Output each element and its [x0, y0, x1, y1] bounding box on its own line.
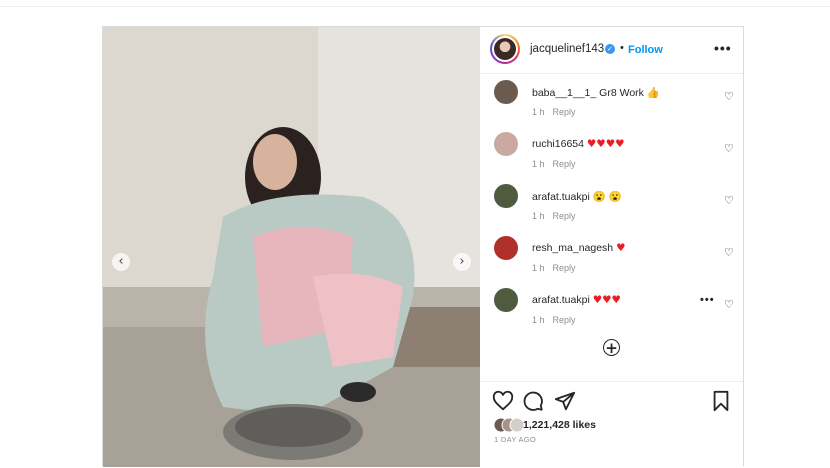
commenter-avatar[interactable]	[494, 236, 518, 260]
reply-button[interactable]: Reply	[553, 107, 576, 117]
like-comment-heart-icon[interactable]: ♡	[724, 142, 734, 155]
share-send-icon[interactable]	[554, 390, 576, 412]
commenter-username[interactable]: baba__1__1_	[532, 87, 596, 99]
comment-bubble-icon[interactable]	[522, 390, 544, 412]
comment-text: Gr8 Work 👍	[599, 87, 660, 99]
like-comment-heart-icon[interactable]: ♡	[724, 194, 734, 207]
comment-time: 1 h	[532, 263, 545, 273]
commenter-username[interactable]: arafat.tuakpi	[532, 294, 590, 306]
liked-by-avatars[interactable]	[494, 417, 526, 433]
reply-button[interactable]: Reply	[553, 263, 576, 273]
top-nav-bar	[0, 0, 830, 7]
red-heart-emoji-icon: ♥♥♥♥	[586, 138, 625, 150]
commenter-avatar[interactable]	[494, 132, 518, 156]
comment-time: 1 h	[532, 315, 545, 325]
like-comment-heart-icon[interactable]: ♡	[724, 246, 734, 259]
verified-badge-icon: ✓	[605, 44, 615, 54]
comment-time: 1 h	[532, 107, 545, 117]
post-card: ‹ › jacquelinef143 ✓ • Follow ••• baba__…	[102, 26, 744, 467]
commenter-username[interactable]: resh_ma_nagesh	[532, 242, 613, 254]
commenter-avatar[interactable]	[494, 80, 518, 104]
save-bookmark-icon[interactable]	[710, 390, 732, 412]
post-time-ago: 1 DAY AGO	[494, 435, 537, 444]
commenter-username[interactable]: ruchi16654	[532, 138, 584, 150]
commenter-avatar[interactable]	[494, 184, 518, 208]
separator-dot: •	[620, 42, 624, 54]
comment-item: ruchi16654 ♥♥♥♥ 1 h Reply ♡	[480, 132, 743, 182]
commenter-avatar[interactable]	[494, 288, 518, 312]
username-link[interactable]: jacquelinef143	[530, 43, 604, 55]
likes-count[interactable]: 1,221,428 likes	[523, 419, 596, 431]
comment-text: 😮 😮	[592, 191, 622, 203]
comment-item: arafat.tuakpi 😮 😮 1 h Reply ♡	[480, 184, 743, 234]
chevron-right-icon: ›	[459, 254, 465, 269]
next-image-button[interactable]: ›	[453, 253, 471, 271]
chevron-left-icon: ‹	[118, 254, 124, 269]
commenter-username[interactable]: arafat.tuakpi	[532, 191, 590, 203]
like-comment-heart-icon[interactable]: ♡	[724, 298, 734, 311]
previous-image-button[interactable]: ‹	[112, 253, 130, 271]
comment-item: resh_ma_nagesh ♥ 1 h Reply ♡	[480, 236, 743, 286]
red-heart-emoji-icon: ♥♥♥	[592, 294, 621, 306]
follow-button[interactable]: Follow	[628, 44, 663, 56]
reply-button[interactable]: Reply	[553, 211, 576, 221]
reply-button[interactable]: Reply	[553, 315, 576, 325]
profile-avatar[interactable]	[490, 34, 520, 64]
post-sidebar: jacquelinef143 ✓ • Follow ••• baba__1__1…	[480, 27, 743, 467]
comment-time: 1 h	[532, 211, 545, 221]
comment-item: baba__1__1_ Gr8 Work 👍 1 h Reply ♡	[480, 80, 743, 130]
plus-circle-icon[interactable]: +	[603, 339, 620, 356]
comment-time: 1 h	[532, 159, 545, 169]
like-comment-heart-icon[interactable]: ♡	[724, 90, 734, 103]
reply-button[interactable]: Reply	[553, 159, 576, 169]
like-heart-icon[interactable]	[492, 390, 514, 412]
red-heart-emoji-icon: ♥	[616, 242, 626, 254]
more-options-icon[interactable]: •••	[714, 40, 732, 56]
post-header: jacquelinef143 ✓ • Follow •••	[480, 27, 743, 74]
post-image[interactable]: ‹ ›	[103, 27, 480, 467]
post-photo	[103, 27, 480, 467]
post-actions: 1,221,428 likes 1 DAY AGO	[480, 381, 743, 468]
comment-options-icon[interactable]: •••	[700, 294, 715, 306]
comment-item: arafat.tuakpi ♥♥♥ 1 h Reply ••• ♡	[480, 288, 743, 338]
